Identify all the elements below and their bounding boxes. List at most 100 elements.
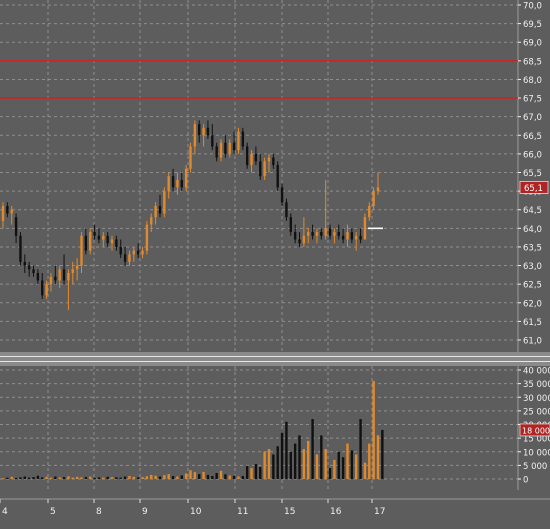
candle-body <box>58 269 61 281</box>
candle-body <box>328 228 332 236</box>
volume-bar <box>67 476 70 479</box>
time-axis-label: 5 <box>50 507 56 517</box>
last-price-marker: 65,1 <box>368 180 549 230</box>
candle-body <box>263 161 266 177</box>
candle-body <box>97 235 101 240</box>
candle-body <box>27 265 31 270</box>
volume-bar <box>176 476 179 479</box>
price-axis-label: 63,5 <box>523 243 542 253</box>
volume-bar <box>136 477 140 479</box>
volume-bar <box>272 454 275 479</box>
time-axis-label: 11 <box>237 507 248 517</box>
volume-bar <box>311 419 314 479</box>
candle-body <box>198 124 201 136</box>
volume-bar <box>171 476 175 479</box>
volume-bar <box>141 477 144 479</box>
candle-body <box>71 269 74 273</box>
volume-bar <box>6 477 9 479</box>
volume-bar <box>49 477 53 479</box>
candle-body <box>359 235 362 240</box>
time-axis[interactable]: 4 5 8 9 10 11 15 16 17 <box>0 498 550 525</box>
volume-bar <box>97 477 101 479</box>
volume-bar <box>276 446 279 479</box>
candle-body <box>158 206 162 214</box>
volume-bar <box>19 477 22 479</box>
price-axis-label: 67,0 <box>523 113 542 123</box>
volume-bar <box>14 477 18 479</box>
volume-bar <box>45 476 48 479</box>
candle-body <box>54 276 57 281</box>
volume-bar <box>232 475 236 479</box>
volume-bar <box>359 419 362 479</box>
volume-bar <box>324 449 327 479</box>
volume-bar <box>93 477 96 479</box>
candle-body <box>315 232 319 236</box>
volume-bar <box>102 477 105 479</box>
volume-bar <box>132 476 136 479</box>
candle-body <box>337 232 340 236</box>
candle-body <box>32 269 35 273</box>
volume-bar <box>237 476 240 479</box>
candle-body <box>245 146 249 166</box>
price-axis-label: 64,0 <box>523 225 542 235</box>
volume-bar <box>198 474 201 479</box>
time-axis-svg: 4 5 8 9 10 11 15 16 17 <box>0 498 550 517</box>
candle-body <box>241 131 245 147</box>
volume-axis-label: 30 000 <box>523 394 550 404</box>
price-chart-panel[interactable]: 70,0 69,5 69,0 68,5 68,0 67,5 67,0 66,5 66,0 65,5… <box>0 0 550 352</box>
candle-body <box>67 273 70 281</box>
candle-body <box>372 191 375 206</box>
volume-bar <box>163 475 166 479</box>
candle-body <box>14 217 18 236</box>
volume-bar <box>228 475 231 479</box>
candle-body <box>123 254 127 262</box>
volume-bar <box>110 477 114 479</box>
candle-body <box>141 250 144 255</box>
price-axis-label: 69,0 <box>523 39 542 49</box>
candle-body <box>237 131 240 151</box>
candle-body <box>180 179 183 188</box>
separator-line <box>0 356 550 357</box>
candle-body <box>62 269 66 281</box>
candle-body <box>19 235 22 262</box>
volume-bar <box>184 473 188 479</box>
candle-body <box>228 142 231 154</box>
volume-bar <box>193 472 197 479</box>
volume-bar <box>289 451 292 479</box>
price-axis-label: 63,0 <box>523 262 542 272</box>
volume-axis-label: 25 000 <box>523 407 550 417</box>
candle-body <box>89 232 92 251</box>
candle-body <box>320 232 323 236</box>
volume-bar <box>241 476 245 479</box>
volume-bar <box>71 477 74 479</box>
panel-separator[interactable] <box>0 352 550 366</box>
price-axis-label: 62,0 <box>523 299 542 309</box>
time-axis-label: 10 <box>190 507 202 517</box>
volume-bar <box>36 475 40 479</box>
candle-body <box>293 232 297 240</box>
candle-body <box>128 254 131 262</box>
candle-body <box>145 224 149 251</box>
candle-body <box>232 142 236 151</box>
candle-body <box>276 165 279 188</box>
candle-body <box>49 276 53 285</box>
volume-bar <box>298 435 301 479</box>
candle-body <box>36 273 40 281</box>
candle-body <box>211 135 214 147</box>
candle-body <box>93 232 96 236</box>
volume-bar <box>54 476 57 479</box>
candle-body <box>219 142 223 158</box>
price-axis-label: 62,5 <box>523 281 542 291</box>
price-chart[interactable]: 70,0 69,5 69,0 68,5 68,0 67,5 67,0 66,5 66,0 65,5… <box>0 0 550 352</box>
price-axis-label: 61,0 <box>523 337 542 347</box>
volume-bar <box>346 443 349 479</box>
volume-chart[interactable]: 40 00035 00030 00025 00020 00015 00010 0… <box>0 366 550 490</box>
volume-axis-label: 0 <box>523 476 528 486</box>
candle-body <box>115 239 118 247</box>
time-axis-label: 17 <box>374 507 385 517</box>
volume-axis-label: 10 000 <box>523 448 550 458</box>
volume-bar <box>245 465 249 479</box>
price-axis: 70,0 69,5 69,0 68,5 68,0 67,5 67,0 66,5 66,0 65,5… <box>518 2 542 347</box>
volume-chart-panel[interactable]: 40 00035 00030 00025 00020 00015 00010 0… <box>0 366 550 490</box>
candle-body <box>80 235 83 266</box>
